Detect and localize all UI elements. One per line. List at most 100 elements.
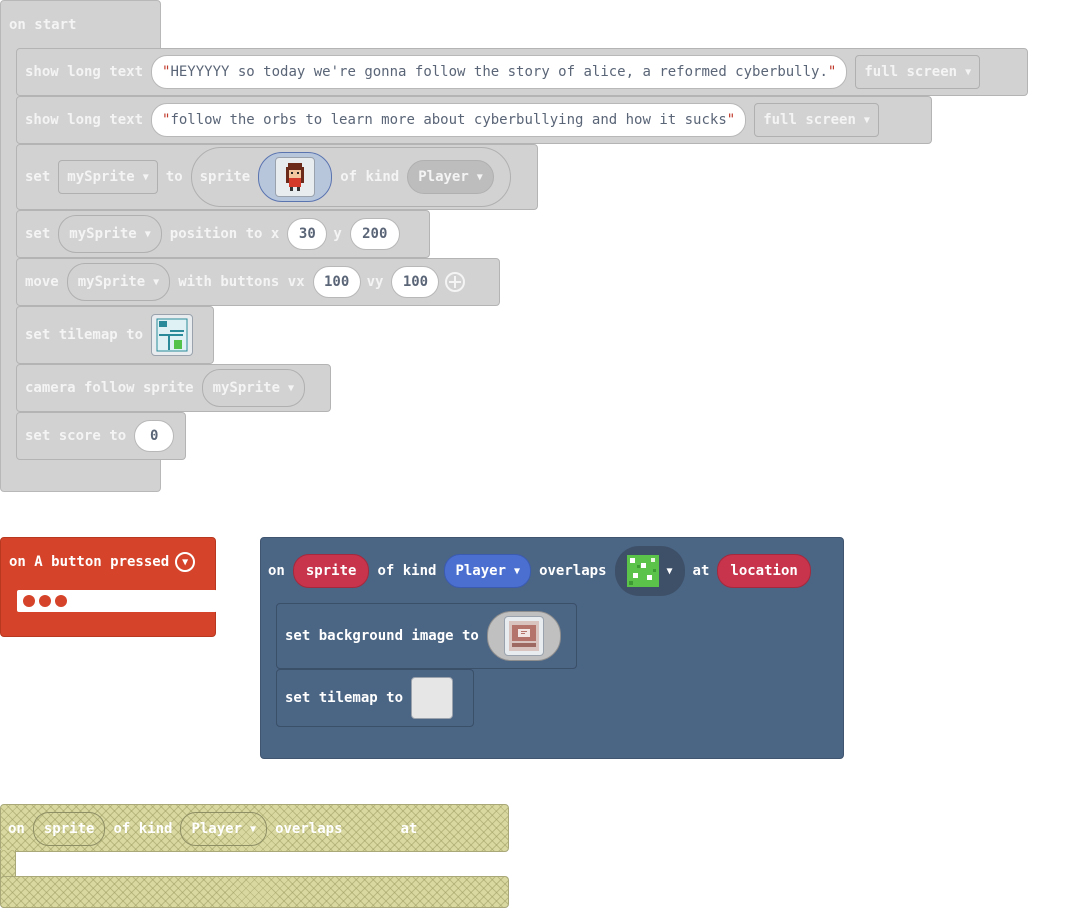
kind-value: Player: [455, 563, 507, 579]
variable-dropdown[interactable]: mySprite ▼: [66, 263, 171, 301]
collapsed-body[interactable]: [17, 590, 217, 612]
set-score-label: set score to: [25, 428, 127, 444]
long-text-value: HEYYYYY so today we're gonna follow the …: [170, 64, 828, 80]
create-sprite-reporter[interactable]: sprite of kind Player ▼: [190, 147, 511, 207]
on-label: on: [268, 563, 285, 579]
on-a-button-block[interactable]: on A button pressed ▼: [0, 537, 217, 637]
empty-tile-slot[interactable]: [351, 813, 401, 845]
kind-value: Player: [191, 821, 243, 837]
camera-follow-block[interactable]: camera follow sprite mySprite ▼: [16, 364, 331, 412]
x-input[interactable]: 30: [287, 218, 328, 250]
set-background-image-block[interactable]: set background image to: [276, 603, 577, 669]
set-tilemap-block[interactable]: set tilemap to: [16, 306, 214, 364]
chevron-down-icon[interactable]: ▼: [175, 552, 196, 572]
chevron-down-icon: ▼: [666, 565, 673, 577]
screen-mode-dropdown[interactable]: full screen ▼: [855, 55, 981, 89]
chevron-down-icon: ▼: [965, 66, 972, 78]
grass-tile-icon: [626, 555, 659, 587]
empty-tilemap-icon[interactable]: [411, 677, 454, 719]
y-input[interactable]: 200: [349, 218, 400, 250]
quote-mark-icon: ": [726, 112, 736, 128]
of-kind-label: of kind: [340, 169, 400, 185]
variable-value: mySprite: [212, 380, 281, 396]
kind-dropdown[interactable]: Player ▼: [444, 554, 532, 588]
set-position-block[interactable]: set mySprite ▼ position to x 30 y 200: [16, 210, 430, 258]
variable-value: mySprite: [67, 169, 135, 185]
variable-dropdown[interactable]: mySprite ▼: [58, 160, 158, 194]
set-label: set: [25, 169, 51, 185]
position-to-x-label: position to x: [169, 226, 280, 242]
set-sprite-block[interactable]: set mySprite ▼ to sprite of kind Player …: [16, 144, 538, 210]
variable-value: mySprite: [69, 226, 137, 242]
plus-icon[interactable]: [445, 272, 466, 292]
sprite-label: sprite: [199, 169, 251, 185]
collapsed-dot-icon: [55, 595, 67, 607]
chevron-down-icon: ▼: [153, 276, 160, 288]
long-text-input[interactable]: " follow the orbs to learn more about cyb…: [151, 103, 747, 137]
quote-mark-icon: ": [162, 112, 171, 128]
on-a-button-label: on A button pressed: [9, 554, 170, 570]
chevron-down-icon: ▼: [250, 823, 257, 835]
set-tilemap-label: set tilemap to: [25, 327, 144, 343]
overlaps-label: overlaps: [539, 563, 607, 579]
set-tilemap-label: set tilemap to: [285, 690, 404, 706]
to-label: to: [165, 169, 183, 185]
sprite-param[interactable]: sprite: [292, 554, 370, 588]
background-image-picker[interactable]: [486, 611, 561, 661]
set-tilemap-block[interactable]: set tilemap to: [276, 669, 474, 727]
move-label: move: [25, 274, 59, 290]
warning-block-footer: [0, 876, 509, 908]
chevron-down-icon: ▼: [863, 114, 870, 126]
collapsed-dot-icon: [39, 595, 51, 607]
sprite-image-picker[interactable]: [258, 152, 333, 202]
move-with-buttons-block[interactable]: move mySprite ▼ with buttons vx 100 vy 10…: [16, 258, 500, 306]
location-param[interactable]: location: [717, 554, 811, 588]
vy-input[interactable]: 100: [391, 266, 440, 298]
sprite-param[interactable]: sprite: [32, 812, 106, 846]
screen-mode-dropdown[interactable]: full screen ▼: [754, 103, 879, 137]
chevron-down-icon: ▼: [476, 171, 483, 183]
vy-label: vy: [366, 274, 384, 290]
on-overlap-warning-block[interactable]: on sprite of kind Player ▼ overlaps at: [0, 804, 509, 852]
long-text-value: follow the orbs to learn more about cybe…: [170, 112, 727, 128]
long-text-input[interactable]: " HEYYYYY so today we're gonna follow the…: [151, 55, 848, 89]
of-kind-label: of kind: [377, 563, 437, 579]
quote-mark-icon: ": [162, 64, 171, 80]
of-kind-label: of kind: [113, 821, 173, 837]
on-start-label: on start: [9, 17, 77, 33]
collapsed-dot-icon: [23, 595, 35, 607]
tile-picker[interactable]: ▼: [614, 546, 685, 596]
show-long-text-label: show long text: [25, 64, 144, 80]
variable-dropdown[interactable]: mySprite ▼: [201, 369, 306, 407]
score-input[interactable]: 0: [134, 420, 175, 452]
at-label: at: [692, 563, 710, 579]
chevron-down-icon: ▼: [514, 565, 521, 577]
quote-mark-icon: ": [827, 64, 837, 80]
at-label: at: [400, 821, 418, 837]
chevron-down-icon: ▼: [142, 171, 149, 183]
on-label: on: [8, 821, 25, 837]
show-long-text-block[interactable]: show long text " HEYYYYY so today we're g…: [16, 48, 1028, 96]
tilemap-thumbnail-icon[interactable]: [151, 314, 194, 356]
set-label: set: [25, 226, 51, 242]
background-thumbnail-icon: [503, 616, 544, 656]
kind-value: Player: [418, 169, 469, 185]
vx-input[interactable]: 100: [312, 266, 361, 298]
variable-dropdown[interactable]: mySprite ▼: [58, 215, 162, 253]
screen-mode-value: full screen: [763, 112, 856, 128]
screen-mode-value: full screen: [864, 64, 958, 80]
kind-dropdown[interactable]: Player ▼: [407, 160, 494, 194]
y-label: y: [333, 226, 342, 242]
with-buttons-vx-label: with buttons vx: [178, 274, 305, 290]
player-sprite-icon: [275, 157, 316, 197]
chevron-down-icon: ▼: [144, 228, 151, 240]
set-background-label: set background image to: [285, 628, 479, 644]
chevron-down-icon: ▼: [288, 382, 295, 394]
set-score-block[interactable]: set score to 0: [16, 412, 186, 460]
variable-value: mySprite: [77, 274, 146, 290]
camera-follow-label: camera follow sprite: [25, 380, 194, 396]
show-long-text-label: show long text: [25, 112, 144, 128]
show-long-text-block[interactable]: show long text " follow the orbs to learn…: [16, 96, 932, 144]
kind-dropdown[interactable]: Player ▼: [180, 812, 268, 846]
overlaps-label: overlaps: [275, 821, 343, 837]
